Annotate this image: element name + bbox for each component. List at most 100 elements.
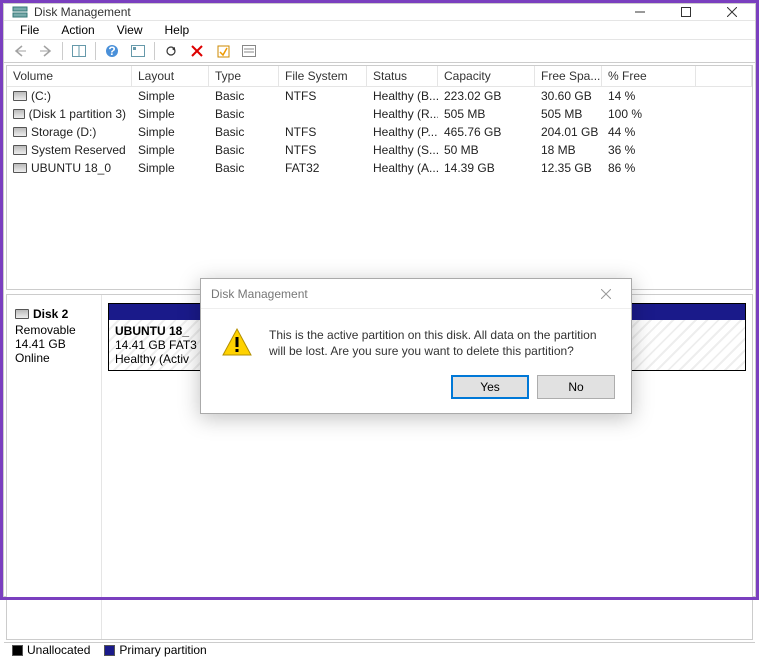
volume-list-header: Volume Layout Type File System Status Ca… (7, 66, 752, 87)
confirm-delete-dialog: Disk Management This is the active parti… (200, 278, 632, 414)
delete-button[interactable] (185, 40, 209, 62)
volume-free: 505 MB (535, 106, 602, 122)
partition-detail: 14.41 GB FAT3 (115, 338, 197, 352)
volume-name: (Disk 1 partition 3) (29, 107, 126, 121)
close-button[interactable] (709, 4, 755, 20)
col-type[interactable]: Type (209, 66, 279, 86)
volume-rows: (C:)SimpleBasicNTFSHealthy (B...223.02 G… (7, 87, 752, 289)
legend-swatch-unallocated (12, 645, 23, 656)
back-button[interactable] (8, 40, 32, 62)
removable-disk-icon (15, 309, 29, 319)
volume-free: 18 MB (535, 142, 602, 158)
volume-type: Basic (209, 106, 279, 122)
menu-help[interactable]: Help (155, 21, 200, 39)
legend-primary: Primary partition (119, 643, 206, 657)
volume-capacity: 465.76 GB (438, 124, 535, 140)
volume-layout: Simple (132, 160, 209, 176)
volume-list: Volume Layout Type File System Status Ca… (6, 65, 753, 290)
col-filesystem[interactable]: File System (279, 66, 367, 86)
disk-management-icon (12, 4, 28, 20)
volume-fs (279, 106, 367, 122)
volume-fs: NTFS (279, 88, 367, 104)
titlebar: Disk Management (4, 4, 755, 21)
partition-name: UBUNTU 18_ (115, 324, 189, 338)
toolbar: ? (4, 39, 755, 63)
window-title: Disk Management (34, 5, 131, 19)
disk-size: 14.41 GB (15, 337, 93, 351)
volume-icon (13, 127, 27, 137)
volume-icon (13, 109, 25, 119)
volume-layout: Simple (132, 106, 209, 122)
dialog-message: This is the active partition on this dis… (269, 327, 611, 359)
volume-status: Healthy (P... (367, 124, 438, 140)
minimize-button[interactable] (617, 4, 663, 20)
disk-info-panel[interactable]: Disk 2 Removable 14.41 GB Online (7, 295, 102, 639)
volume-layout: Simple (132, 88, 209, 104)
volume-fs: NTFS (279, 142, 367, 158)
volume-capacity: 223.02 GB (438, 88, 535, 104)
partition-status: Healthy (Activ (115, 352, 189, 366)
no-button[interactable]: No (537, 375, 615, 399)
table-row[interactable]: Storage (D:)SimpleBasicNTFSHealthy (P...… (7, 123, 752, 141)
col-volume[interactable]: Volume (7, 66, 132, 86)
help-button[interactable]: ? (100, 40, 124, 62)
volume-status: Healthy (R... (367, 106, 438, 122)
settings-button[interactable] (126, 40, 150, 62)
volume-pct: 100 % (602, 106, 696, 122)
yes-button[interactable]: Yes (451, 375, 529, 399)
legend: Unallocated Primary partition (4, 642, 755, 657)
disk-label: Disk 2 (33, 307, 68, 321)
volume-capacity: 14.39 GB (438, 160, 535, 176)
legend-unallocated: Unallocated (27, 643, 90, 657)
volume-type: Basic (209, 160, 279, 176)
volume-icon (13, 91, 27, 101)
forward-button[interactable] (34, 40, 58, 62)
legend-swatch-primary (104, 645, 115, 656)
dialog-title: Disk Management (211, 287, 308, 301)
refresh-button[interactable] (159, 40, 183, 62)
volume-status: Healthy (A... (367, 160, 438, 176)
volume-pct: 14 % (602, 88, 696, 104)
table-row[interactable]: (Disk 1 partition 3) SimpleBasic Healthy (… (7, 105, 752, 123)
view-split-button[interactable] (67, 40, 91, 62)
volume-type: Basic (209, 142, 279, 158)
volume-status: Healthy (S... (367, 142, 438, 158)
volume-name: UBUNTU 18_0 (31, 161, 111, 175)
table-row[interactable]: UBUNTU 18_0 SimpleBasicFAT32Healthy (A...… (7, 159, 752, 177)
volume-type: Basic (209, 124, 279, 140)
volume-free: 30.60 GB (535, 88, 602, 104)
menubar: File Action View Help (4, 21, 755, 39)
col-layout[interactable]: Layout (132, 66, 209, 86)
table-row[interactable]: (C:) SimpleBasicNTFSHealthy (B...223.02 G… (7, 87, 752, 105)
volume-capacity: 50 MB (438, 142, 535, 158)
volume-fs: FAT32 (279, 160, 367, 176)
table-row[interactable]: System Reserved SimpleBasicNTFSHealthy (S… (7, 141, 752, 159)
properties-button[interactable] (211, 40, 235, 62)
col-status[interactable]: Status (367, 66, 438, 86)
disk-state: Online (15, 351, 93, 365)
volume-name: (C:) (31, 89, 51, 103)
col-capacity[interactable]: Capacity (438, 66, 535, 86)
volume-layout: Simple (132, 124, 209, 140)
menu-action[interactable]: Action (51, 21, 104, 39)
volume-icon (13, 145, 27, 155)
col-free[interactable]: Free Spa... (535, 66, 602, 86)
volume-type: Basic (209, 88, 279, 104)
warning-icon (221, 327, 253, 359)
disk-media: Removable (15, 323, 93, 337)
dialog-close-button[interactable] (591, 279, 621, 309)
volume-capacity: 505 MB (438, 106, 535, 122)
volume-status: Healthy (B... (367, 88, 438, 104)
maximize-button[interactable] (663, 4, 709, 20)
volume-pct: 36 % (602, 142, 696, 158)
volume-pct: 44 % (602, 124, 696, 140)
list-button[interactable] (237, 40, 261, 62)
volume-icon (13, 163, 27, 173)
volume-free: 204.01 GB (535, 124, 602, 140)
volume-name: Storage (D:) (31, 125, 96, 139)
volume-layout: Simple (132, 142, 209, 158)
menu-view[interactable]: View (107, 21, 153, 39)
col-pctfree[interactable]: % Free (602, 66, 696, 86)
volume-name: System Reserved (31, 143, 126, 157)
menu-file[interactable]: File (10, 21, 49, 39)
